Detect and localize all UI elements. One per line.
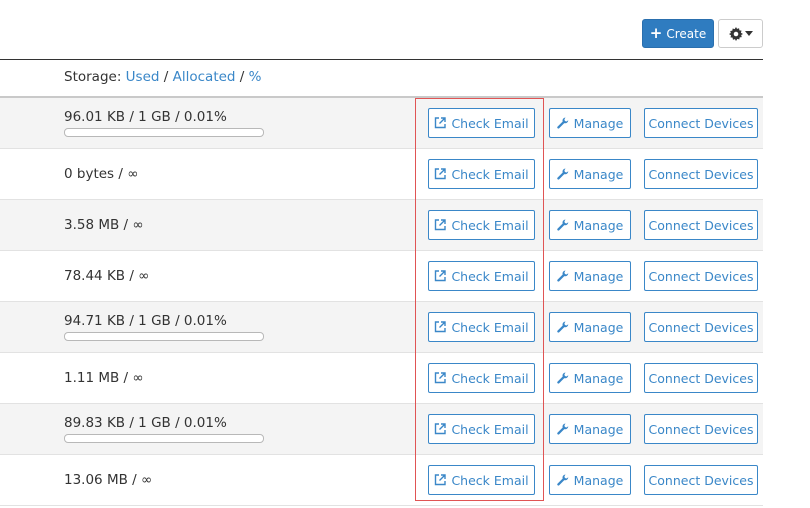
table-row: 0 bytes / ∞ Check Email Manage Connect Devi…	[0, 149, 763, 200]
wrench-icon	[556, 117, 568, 129]
manage-label: Manage	[573, 115, 624, 131]
create-button-label: Create	[666, 26, 707, 41]
manage-button[interactable]: Manage	[549, 414, 631, 444]
wrench-icon	[556, 474, 568, 486]
check-email-label: Check Email	[451, 319, 529, 335]
wrench-icon	[556, 321, 568, 333]
storage-usage: 13.06 MB / ∞	[64, 472, 153, 488]
storage-usage: 89.83 KB / 1 GB / 0.01%	[64, 415, 227, 431]
check-email-button[interactable]: Check Email	[428, 312, 535, 342]
connect-devices-button[interactable]: Connect Devices	[644, 312, 758, 342]
caret-down-icon	[744, 30, 753, 36]
storage-column-header: Storage: Used / Allocated / %	[64, 69, 261, 85]
storage-usage: 96.01 KB / 1 GB / 0.01%	[64, 109, 227, 125]
check-email-label: Check Email	[451, 166, 529, 182]
plus-icon: +	[649, 24, 663, 42]
connect-devices-button[interactable]: Connect Devices	[644, 261, 758, 291]
check-email-button[interactable]: Check Email	[428, 465, 535, 495]
table-row: 96.01 KB / 1 GB / 0.01% Check Email Manage…	[0, 98, 763, 149]
external-link-icon	[435, 474, 447, 486]
storage-usage: 1.11 MB / ∞	[64, 370, 144, 386]
connect-devices-button[interactable]: Connect Devices	[644, 159, 758, 189]
header-separator: /	[239, 69, 245, 85]
external-link-icon	[435, 270, 447, 282]
connect-devices-label: Connect Devices	[648, 319, 754, 335]
wrench-icon	[556, 423, 568, 435]
table-row: 13.06 MB / ∞ Check Email Manage Connect Dev…	[0, 455, 763, 506]
account-table-body: 96.01 KB / 1 GB / 0.01% Check Email Manage…	[0, 98, 763, 506]
table-row: 3.58 MB / ∞ Check Email Manage Connect Devi…	[0, 200, 763, 251]
wrench-icon	[556, 270, 568, 282]
external-link-icon	[435, 219, 447, 231]
storage-label: Storage:	[64, 69, 122, 85]
manage-label: Manage	[573, 472, 624, 488]
connect-devices-button[interactable]: Connect Devices	[644, 108, 758, 138]
connect-devices-label: Connect Devices	[648, 472, 754, 488]
check-email-button[interactable]: Check Email	[428, 261, 535, 291]
sort-used-link[interactable]: Used	[126, 69, 160, 85]
check-email-button[interactable]: Check Email	[428, 210, 535, 240]
connect-devices-label: Connect Devices	[648, 217, 754, 233]
storage-usage: 78.44 KB / ∞	[64, 268, 150, 284]
usage-progress-bar	[64, 332, 264, 341]
check-email-button[interactable]: Check Email	[428, 414, 535, 444]
manage-button[interactable]: Manage	[549, 159, 631, 189]
check-email-label: Check Email	[451, 115, 529, 131]
external-link-icon	[435, 423, 447, 435]
header-separator: /	[163, 69, 169, 85]
toolbar: + Create	[0, 0, 810, 58]
sort-percent-link[interactable]: %	[249, 69, 262, 85]
connect-devices-label: Connect Devices	[648, 268, 754, 284]
usage-progress-bar	[64, 128, 264, 137]
external-link-icon	[435, 321, 447, 333]
table-row: 1.11 MB / ∞ Check Email Manage Connect Devi…	[0, 353, 763, 404]
manage-button[interactable]: Manage	[549, 312, 631, 342]
check-email-label: Check Email	[451, 370, 529, 386]
manage-button[interactable]: Manage	[549, 210, 631, 240]
wrench-icon	[556, 372, 568, 384]
check-email-button[interactable]: Check Email	[428, 159, 535, 189]
check-email-label: Check Email	[451, 268, 529, 284]
storage-usage: 0 bytes / ∞	[64, 166, 139, 182]
wrench-icon	[556, 219, 568, 231]
table-row: 78.44 KB / ∞ Check Email Manage Connect Dev…	[0, 251, 763, 302]
storage-usage: 3.58 MB / ∞	[64, 217, 144, 233]
manage-label: Manage	[573, 319, 624, 335]
check-email-label: Check Email	[451, 472, 529, 488]
sort-allocated-link[interactable]: Allocated	[173, 69, 236, 85]
connect-devices-label: Connect Devices	[648, 166, 754, 182]
check-email-label: Check Email	[451, 217, 529, 233]
connect-devices-button[interactable]: Connect Devices	[644, 210, 758, 240]
manage-button[interactable]: Manage	[549, 363, 631, 393]
table-row: 94.71 KB / 1 GB / 0.01% Check Email Manage…	[0, 302, 763, 353]
check-email-button[interactable]: Check Email	[428, 363, 535, 393]
connect-devices-button[interactable]: Connect Devices	[644, 414, 758, 444]
manage-button[interactable]: Manage	[549, 465, 631, 495]
connect-devices-button[interactable]: Connect Devices	[644, 465, 758, 495]
storage-usage: 94.71 KB / 1 GB / 0.01%	[64, 313, 227, 329]
gear-icon	[728, 26, 743, 41]
settings-dropdown-button[interactable]	[718, 19, 763, 48]
manage-button[interactable]: Manage	[549, 108, 631, 138]
connect-devices-label: Connect Devices	[648, 115, 754, 131]
manage-label: Manage	[573, 166, 624, 182]
wrench-icon	[556, 168, 568, 180]
manage-label: Manage	[573, 370, 624, 386]
manage-label: Manage	[573, 421, 624, 437]
manage-label: Manage	[573, 217, 624, 233]
external-link-icon	[435, 117, 447, 129]
manage-button[interactable]: Manage	[549, 261, 631, 291]
table-row: 89.83 KB / 1 GB / 0.01% Check Email Manage…	[0, 404, 763, 455]
check-email-label: Check Email	[451, 421, 529, 437]
connect-devices-label: Connect Devices	[648, 370, 754, 386]
connect-devices-button[interactable]: Connect Devices	[644, 363, 758, 393]
manage-label: Manage	[573, 268, 624, 284]
create-button[interactable]: + Create	[642, 19, 714, 48]
external-link-icon	[435, 168, 447, 180]
usage-progress-bar	[64, 434, 264, 443]
connect-devices-label: Connect Devices	[648, 421, 754, 437]
external-link-icon	[435, 372, 447, 384]
check-email-button[interactable]: Check Email	[428, 108, 535, 138]
